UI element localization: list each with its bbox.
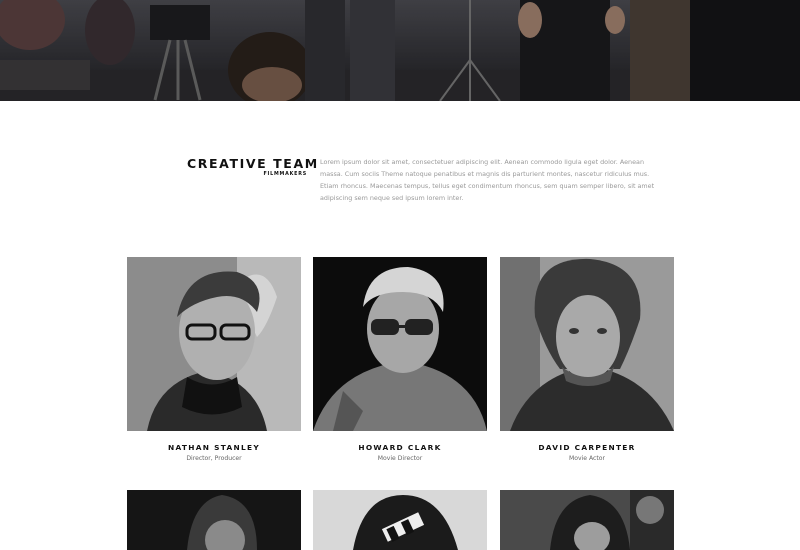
team-photo[interactable]: [313, 490, 487, 550]
team-member-name: DAVID CARPENTER: [538, 443, 636, 452]
team-photo[interactable]: [313, 257, 487, 431]
team-photo[interactable]: [500, 257, 674, 431]
team-photo[interactable]: [127, 257, 301, 431]
section-title: CREATIVE TEAM: [187, 156, 319, 171]
hero-banner-image: [0, 0, 800, 101]
film-crew-photo: [0, 0, 800, 101]
team-card-nathan-stanley[interactable]: NATHAN STANLEY Director, Producer: [127, 257, 301, 462]
section-description: Lorem ipsum dolor sit amet, consectetuer…: [320, 158, 655, 202]
team-member-role: Director, Producer: [186, 455, 242, 462]
team-photo[interactable]: [500, 490, 674, 550]
team-member-name: HOWARD CLARK: [358, 443, 442, 452]
section-subtitle: FILMMAKERS: [263, 172, 307, 177]
team-member-role: Movie Actor: [568, 455, 605, 462]
team-card-howard-clark[interactable]: HOWARD CLARK Movie Director: [313, 257, 487, 462]
team-member-role: Movie Director: [377, 455, 423, 462]
team-card-6[interactable]: [500, 490, 674, 550]
team-card-david-carpenter[interactable]: DAVID CARPENTER Movie Actor: [500, 257, 674, 462]
creative-team-intro: CREATIVE TEAM FILMMAKERS Lorem ipsum dol…: [0, 150, 800, 210]
team-card-4[interactable]: [127, 490, 301, 550]
team-photo[interactable]: [127, 490, 301, 550]
team-card-5[interactable]: [313, 490, 487, 550]
team-member-name: NATHAN STANLEY: [167, 443, 261, 452]
